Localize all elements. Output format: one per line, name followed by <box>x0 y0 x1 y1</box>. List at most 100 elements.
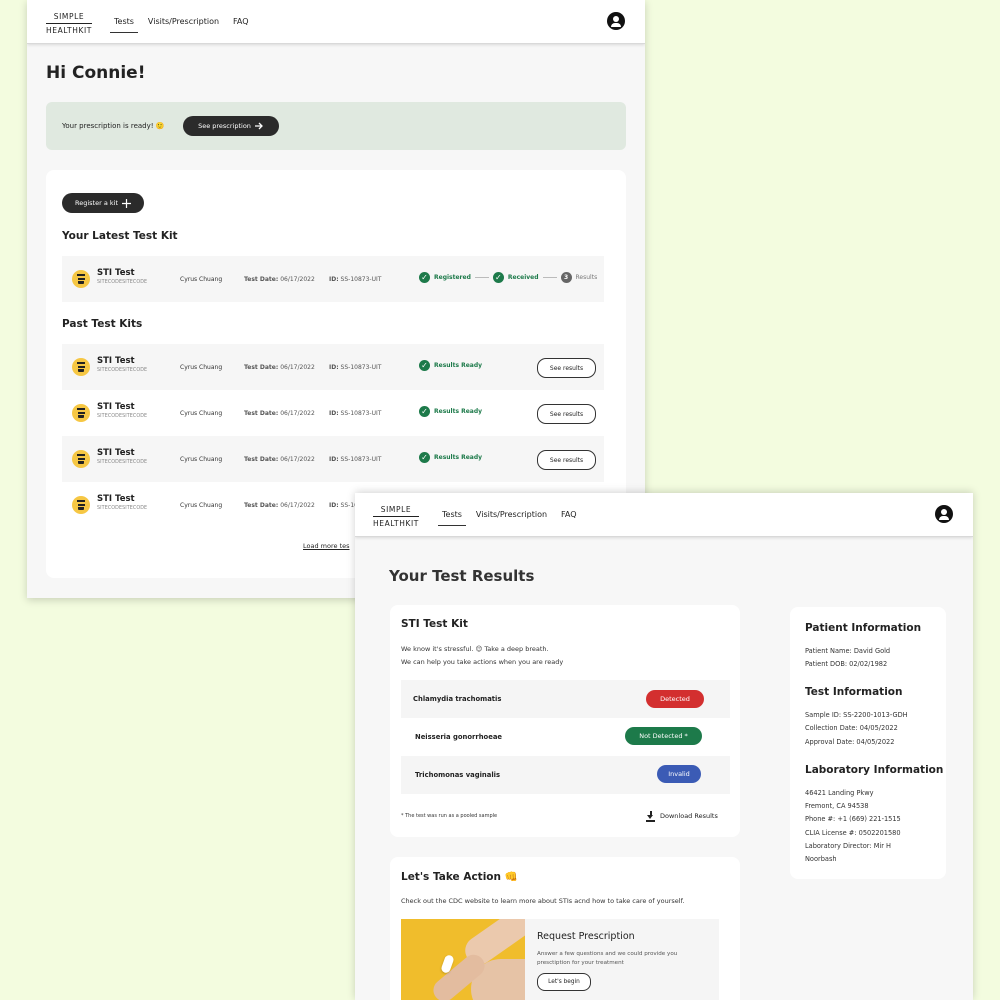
status-label: Results Ready <box>434 408 483 415</box>
check-icon: ✓ <box>419 406 430 417</box>
kit-date: Test Date: 06/17/2022 <box>244 364 315 371</box>
request-prescription-title: Request Prescription <box>537 931 635 942</box>
kit-date-label: Test Date: <box>244 502 279 509</box>
register-kit-label: Register a kit <box>75 199 118 207</box>
logo-line2: HEALTHKIT <box>46 26 92 35</box>
kit-date: Test Date: 06/17/2022 <box>244 502 315 509</box>
check-icon: ✓ <box>419 452 430 463</box>
kit-id-label: ID: <box>329 502 339 509</box>
kit-person: Cyrus Chuang <box>180 364 223 371</box>
results-page-title: Your Test Results <box>389 567 535 585</box>
test-kit-icon <box>72 450 90 468</box>
step-number-badge: 3 <box>560 272 572 283</box>
logo[interactable]: SIMPLE HEALTHKIT <box>46 11 92 36</box>
user-avatar-icon[interactable] <box>607 12 625 30</box>
kit-id: ID: SS-10873-UIT <box>329 364 381 371</box>
patient-name: Patient Name: David Gold <box>805 647 891 655</box>
past-kit-row[interactable]: STI Test SITECODESITECODE Cyrus Chuang T… <box>62 436 604 482</box>
lab-address-line2: Fremont, CA 94538 <box>805 802 869 810</box>
check-icon: ✓ <box>419 360 430 371</box>
arrow-right-icon <box>254 122 263 130</box>
kit-date-label: Test Date: <box>244 364 279 371</box>
test-info-title: Test Information <box>805 686 903 698</box>
kit-code: SITECODESITECODE <box>97 414 148 419</box>
kit-date: Test Date: 06/17/2022 <box>244 456 315 463</box>
logo-line1: SIMPLE <box>46 11 92 24</box>
see-results-button[interactable]: See results <box>537 450 596 470</box>
see-results-button[interactable]: See results <box>537 404 596 424</box>
kit-person: Cyrus Chuang <box>180 456 223 463</box>
kit-status: ✓ Results Ready <box>419 360 482 371</box>
top-nav: SIMPLE HEALTHKIT Tests Visits/Prescripti… <box>355 493 973 537</box>
load-more-link[interactable]: Load more tes <box>303 542 350 550</box>
kit-card-title: STI Test Kit <box>401 618 468 630</box>
nav-tests[interactable]: Tests <box>438 510 466 526</box>
latest-kit-row[interactable]: STI Test SITECODESITECODE Cyrus Chuang T… <box>62 256 604 302</box>
status-label: Results Ready <box>434 362 483 369</box>
banner-text: Your prescription is ready! 🙂 <box>62 122 165 130</box>
lab-clia: CLIA License #: 0502201580 <box>805 829 901 837</box>
past-kit-row[interactable]: STI Test SITECODESITECODE Cyrus Chuang T… <box>62 344 604 390</box>
result-badge-not-detected: Not Detected * <box>625 727 702 745</box>
kit-code: SITECODESITECODE <box>97 460 148 465</box>
kit-status: ✓ Results Ready <box>419 406 482 417</box>
kit-name: STI Test <box>97 494 135 504</box>
kit-id-value: SS-10873-UIT <box>340 410 382 417</box>
step-received: Received <box>507 274 539 281</box>
intro-line-2: We can help you take actions when you ar… <box>401 658 564 666</box>
kit-date-value: 06/17/2022 <box>280 502 315 509</box>
step-divider <box>542 277 557 278</box>
request-prescription-panel: Request Prescription Answer a few questi… <box>525 919 719 1000</box>
kit-date-value: 06/17/2022 <box>280 410 315 417</box>
lets-begin-button[interactable]: Let's begin <box>537 973 591 991</box>
logo[interactable]: SIMPLE HEALTHKIT <box>373 504 419 529</box>
test-kit-icon <box>72 270 90 288</box>
nav-tests[interactable]: Tests <box>110 17 138 33</box>
plus-icon <box>122 198 131 208</box>
lab-phone: Phone #: +1 (669) 221-1515 <box>805 815 901 823</box>
nav-visits-prescription[interactable]: Visits/Prescription <box>476 510 547 519</box>
kit-date-label: Test Date: <box>244 276 279 283</box>
sample-id: Sample ID: SS-2200-1013-GDH <box>805 711 908 719</box>
approval-date: Approval Date: 04/05/2022 <box>805 738 895 746</box>
see-prescription-button[interactable]: See prescription <box>183 116 279 136</box>
nav-visits-prescription[interactable]: Visits/Prescription <box>148 17 219 26</box>
kit-id-value: SS-10873-UIT <box>340 364 382 371</box>
top-nav: SIMPLE HEALTHKIT Tests Visits/Prescripti… <box>27 0 645 44</box>
lab-director-line2: Noorbash <box>805 855 837 863</box>
nav-links: Tests Visits/Prescription FAQ <box>110 17 249 33</box>
patient-dob: Patient DOB: 02/02/1982 <box>805 660 888 668</box>
patient-info-card: Patient Information Patient Name: David … <box>790 607 946 879</box>
nav-faq[interactable]: FAQ <box>561 510 577 519</box>
lab-director-line1: Laboratory Director: Mir H <box>805 842 891 850</box>
collection-date: Collection Date: 04/05/2022 <box>805 724 898 732</box>
download-results-button[interactable]: Download Results <box>646 811 718 822</box>
logo-line1: SIMPLE <box>373 504 419 517</box>
kit-id: ID: SS-10873-UIT <box>329 276 381 283</box>
result-row: Neisseria gonorrhoeae Not Detected * <box>401 718 730 756</box>
kit-id: ID: SS-10873-UIT <box>329 456 381 463</box>
test-kit-icon <box>72 496 90 514</box>
kit-date-value: 06/17/2022 <box>280 456 315 463</box>
take-action-card: Let's Take Action 👊 Check out the CDC we… <box>390 857 740 1000</box>
register-kit-button[interactable]: Register a kit <box>62 193 144 213</box>
user-avatar-icon[interactable] <box>935 505 953 523</box>
kit-person: Cyrus Chuang <box>180 502 223 509</box>
kit-date: Test Date: 06/17/2022 <box>244 276 315 283</box>
test-kit-results-card: STI Test Kit We know it's stressful. 😌 T… <box>390 605 740 837</box>
pathogen-name: Chlamydia trachomatis <box>413 695 502 703</box>
nav-faq[interactable]: FAQ <box>233 17 249 26</box>
download-icon <box>646 811 655 822</box>
kit-id-label: ID: <box>329 456 339 463</box>
check-icon: ✓ <box>419 272 430 283</box>
kit-code: SITECODESITECODE <box>97 368 148 373</box>
take-action-title: Let's Take Action 👊 <box>401 871 518 883</box>
past-kit-row[interactable]: STI Test SITECODESITECODE Cyrus Chuang T… <box>62 390 604 436</box>
kit-code: SITECODESITECODE <box>97 506 148 511</box>
kit-name: STI Test <box>97 268 135 278</box>
see-results-button[interactable]: See results <box>537 358 596 378</box>
kit-id-label: ID: <box>329 410 339 417</box>
kit-status: ✓ Results Ready <box>419 452 482 463</box>
cdc-info-text[interactable]: Check out the CDC website to learn more … <box>401 897 684 905</box>
result-row: Trichomonas vaginalis Invalid <box>401 756 730 794</box>
